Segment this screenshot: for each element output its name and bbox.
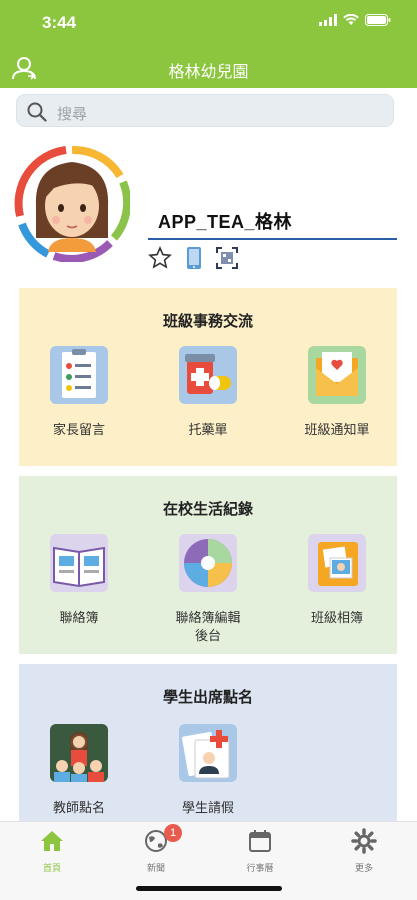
section-school-life: 在校生活紀錄 聯絡簿 聯絡簿編輯後台 班級相簿 [19, 476, 397, 654]
tile-label: 聯絡簿編輯後台 [175, 610, 241, 643]
tile-label: 聯絡簿 [59, 610, 99, 625]
notification-badge: 1 [164, 824, 182, 842]
home-indicator [136, 886, 282, 891]
wifi-icon [343, 14, 359, 25]
tile-contact-book-admin[interactable]: 聯絡簿編輯後台 [148, 534, 268, 645]
star-icon[interactable] [148, 246, 172, 270]
tab-label: 更多 [354, 863, 373, 873]
tile-student-leave[interactable]: 學生請假 [148, 724, 268, 817]
teacher-class-icon [50, 724, 108, 782]
page-title: 格林幼兒園 [168, 64, 249, 81]
profile-name: APP_TEA_格林 [158, 212, 293, 232]
tile-label: 教師點名 [52, 800, 105, 815]
medicine-icon [179, 346, 237, 404]
tab-more[interactable]: 更多 [324, 828, 404, 874]
tab-label: 行事曆 [246, 863, 274, 873]
tile-teacher-rollcall[interactable]: 教師點名 [19, 724, 139, 817]
search-icon [27, 102, 47, 122]
tab-news[interactable]: 1 新聞 [116, 824, 196, 874]
tab-home[interactable]: 首頁 [12, 828, 92, 874]
section-title: 在校生活紀錄 [162, 501, 253, 518]
tab-label: 新聞 [146, 863, 165, 873]
tile-contact-book[interactable]: 聯絡簿 [19, 534, 139, 627]
tab-label: 首頁 [42, 863, 61, 873]
tile-class-album[interactable]: 班級相簿 [277, 534, 397, 627]
section-attendance: 學生出席點名 教師點名 學生請假 [19, 664, 397, 824]
phone-icon[interactable] [182, 246, 206, 270]
tile-label: 學生請假 [181, 800, 234, 815]
tile-label: 班級通知單 [304, 422, 370, 437]
status-icons [319, 14, 391, 26]
tile-label: 班級相簿 [310, 610, 363, 625]
book-icon [50, 534, 108, 592]
checklist-icon [50, 346, 108, 404]
app-header: 3:44 格林幼兒園 [0, 0, 417, 88]
avatar[interactable] [14, 145, 132, 263]
photo-album-icon [308, 534, 366, 592]
home-icon [41, 831, 63, 851]
gear-icon [351, 828, 377, 854]
status-time: 3:44 [42, 13, 77, 32]
tile-label: 家長留言 [52, 422, 105, 437]
medical-form-icon [179, 724, 237, 782]
dashboard-icon [179, 534, 237, 592]
name-underline [148, 238, 397, 240]
search-input[interactable]: 搜尋 [57, 103, 87, 124]
calendar-icon [249, 830, 271, 852]
signal-icon [319, 14, 337, 26]
section-title: 學生出席點名 [162, 689, 253, 706]
battery-icon [365, 14, 391, 26]
search-bar[interactable]: 搜尋 [16, 94, 394, 127]
tile-medicine-form[interactable]: 托藥單 [148, 346, 268, 439]
envelope-icon [308, 346, 366, 404]
tile-class-notice[interactable]: 班級通知單 [277, 346, 397, 439]
qr-scan-icon[interactable] [215, 246, 239, 270]
section-class-affairs: 班級事務交流 家長留言 托藥單 班級通知單 [19, 288, 397, 466]
tile-label: 托藥單 [188, 422, 228, 437]
tab-calendar[interactable]: 行事曆 [220, 828, 300, 874]
section-title: 班級事務交流 [162, 313, 253, 330]
tile-parent-messages[interactable]: 家長留言 [19, 346, 139, 439]
